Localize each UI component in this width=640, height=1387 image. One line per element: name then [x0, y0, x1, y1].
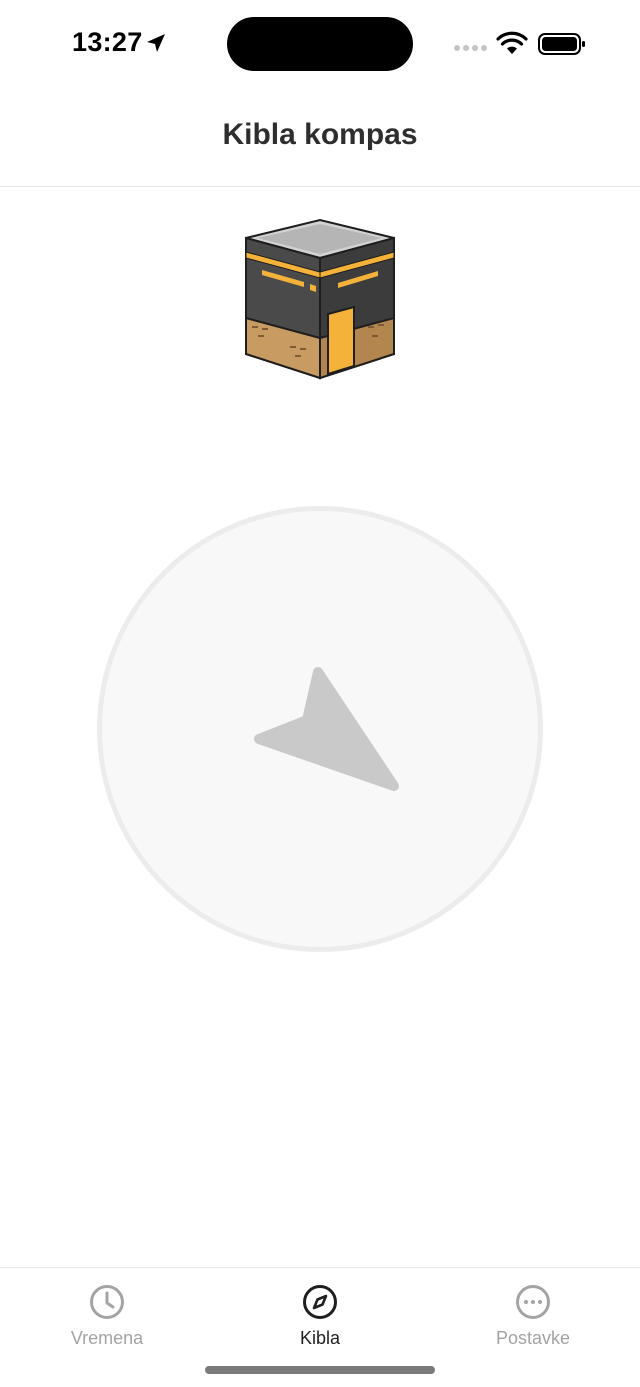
clock-icon: [90, 1285, 124, 1319]
wifi-icon: [496, 31, 528, 54]
tab-vremena[interactable]: Vremena: [27, 1268, 187, 1358]
home-indicator[interactable]: [205, 1366, 435, 1374]
dynamic-island: [227, 17, 413, 71]
location-arrow-icon: [147, 34, 165, 52]
more-icon: [516, 1285, 550, 1319]
tab-label-kibla: Kibla: [299, 1328, 341, 1348]
kaaba-icon: [245, 218, 395, 380]
nav-header: Kibla kompas: [0, 88, 640, 187]
tab-kibla[interactable]: Kibla: [240, 1268, 400, 1358]
status-bar: 13:27: [0, 0, 640, 88]
tab-label-postavke: Postavke: [495, 1328, 571, 1348]
status-time: 13:27: [72, 27, 143, 57]
tab-label-vremena: Vremena: [70, 1328, 144, 1348]
signal-dots-icon: [454, 45, 487, 51]
compass-icon: [303, 1285, 337, 1319]
qibla-direction-arrow: [254, 667, 399, 791]
tab-postavke[interactable]: Postavke: [453, 1268, 613, 1358]
page-title: Kibla kompas: [222, 118, 418, 151]
qibla-screen: 13:27 Kibla kompas Vremena Kibla Postavk…: [0, 0, 640, 1387]
battery-icon: [538, 33, 585, 55]
